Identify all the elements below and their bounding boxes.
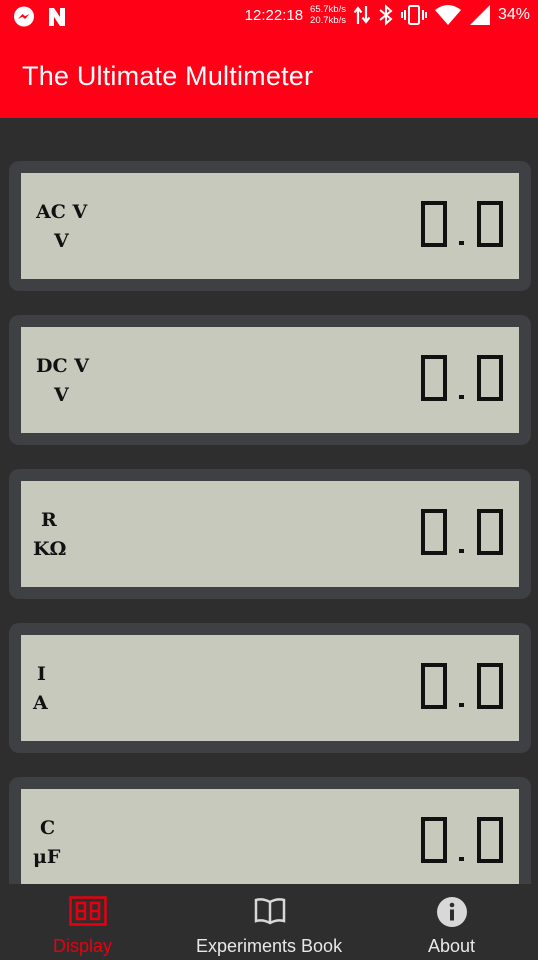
lcd-screen: C μF 0.0: [21, 789, 519, 884]
meter-unit-label: μF: [33, 846, 61, 868]
decimal-point-segment: [459, 703, 464, 707]
digit-segment: [421, 817, 425, 840]
lcd-screen: R KΩ 0.0: [21, 481, 519, 587]
digit-segment: [421, 686, 425, 709]
digit-segment: [499, 663, 503, 686]
meter-unit-label: V: [54, 384, 69, 406]
status-bar: 12:22:18 65.7kb/s 20.7kb/s 34%: [0, 0, 538, 33]
nav-label: About: [428, 936, 476, 956]
seven-segment-reading: 0.0: [421, 817, 503, 863]
lcd-screen: I A 0.0: [21, 635, 519, 741]
digit-segment: [499, 817, 503, 840]
lcd-screen: AC V V 0.0: [21, 173, 519, 279]
digit-segment: [443, 509, 447, 532]
digit-segment: [477, 224, 481, 247]
digit-segment: [477, 355, 481, 378]
digit-segment: [443, 201, 447, 224]
digit-segment: [477, 686, 481, 709]
meter-unit-label: V: [54, 230, 69, 252]
digit-segment: [499, 201, 503, 224]
meter-quantity-label: DC V: [36, 355, 89, 377]
meter-quantity-label: R: [41, 509, 57, 531]
network-speed: 65.7kb/s 20.7kb/s: [310, 4, 346, 26]
nav-experiments-book[interactable]: Experiments Book: [176, 884, 364, 960]
digit-segment: [421, 663, 425, 686]
bottom-navigation: Display Experiments Book About: [0, 884, 538, 960]
meter-quantity-label: C: [40, 817, 56, 839]
meter-unit-label: KΩ: [33, 538, 67, 560]
digit-segment: [421, 509, 425, 532]
info-icon: [437, 897, 467, 927]
nav-label: Display: [53, 936, 113, 956]
digit-segment: [477, 201, 481, 224]
digit-segment: [477, 509, 481, 532]
status-time: 12:22:18: [244, 6, 304, 24]
digit-segment: [499, 509, 503, 532]
nav-label: Experiments Book: [196, 936, 343, 956]
resistance-meter: R KΩ 0.0: [9, 469, 531, 599]
bluetooth-icon: [379, 4, 393, 26]
dc-voltage-meter: DC V V 0.0: [9, 315, 531, 445]
digit-segment: [421, 224, 425, 247]
digit-segment: [477, 532, 481, 555]
app-bar: The Ultimate Multimeter: [0, 33, 538, 118]
digit-segment: [421, 355, 425, 378]
meter-unit-label: A: [33, 692, 48, 714]
seven-segment-reading: 0.0: [421, 201, 503, 247]
digit-segment: [443, 817, 447, 840]
decimal-point-segment: [459, 549, 464, 553]
digit-segment: [477, 840, 481, 863]
meter-list[interactable]: AC V V 0.0 DC V V 0.0 R KΩ 0.0 I A 0.0 C…: [0, 118, 538, 884]
seven-segment-reading: 0.0: [421, 663, 503, 709]
digit-segment: [477, 663, 481, 686]
messenger-icon: [14, 6, 34, 27]
wifi-icon: [434, 5, 461, 25]
decimal-point-segment: [459, 395, 464, 399]
data-arrows-icon: [353, 6, 371, 24]
seven-segment-reading: 0.0: [421, 355, 503, 401]
digit-segment: [421, 201, 425, 224]
decimal-point-segment: [459, 241, 464, 245]
decimal-point-segment: [459, 857, 464, 861]
capacitance-meter: C μF 0.0: [9, 777, 531, 884]
ac-voltage-meter: AC V V 0.0: [9, 161, 531, 291]
meter-quantity-label: I: [37, 663, 46, 685]
app-title: The Ultimate Multimeter: [22, 61, 314, 91]
n-logo-icon: [49, 8, 65, 26]
download-speed: 20.7kb/s: [310, 15, 346, 26]
current-meter: I A 0.0: [9, 623, 531, 753]
battery-percentage: 34%: [497, 6, 530, 23]
vibrate-icon: [400, 5, 427, 25]
digit-segment: [443, 355, 447, 378]
nav-display[interactable]: Display: [0, 884, 176, 960]
meter-quantity-label: AC V: [36, 201, 88, 223]
digit-segment: [477, 378, 481, 401]
upload-speed: 65.7kb/s: [310, 4, 346, 15]
digit-segment: [421, 532, 425, 555]
digit-segment: [477, 817, 481, 840]
lcd-screen: DC V V 0.0: [21, 327, 519, 433]
book-icon: [254, 898, 286, 925]
digit-segment: [421, 840, 425, 863]
signal-icon: [469, 5, 490, 25]
seven-segment-reading: 0.0: [421, 509, 503, 555]
digit-segment: [499, 355, 503, 378]
seven-segment-icon: [69, 896, 107, 926]
digit-segment: [421, 378, 425, 401]
digit-segment: [443, 663, 447, 686]
nav-about[interactable]: About: [364, 884, 538, 960]
